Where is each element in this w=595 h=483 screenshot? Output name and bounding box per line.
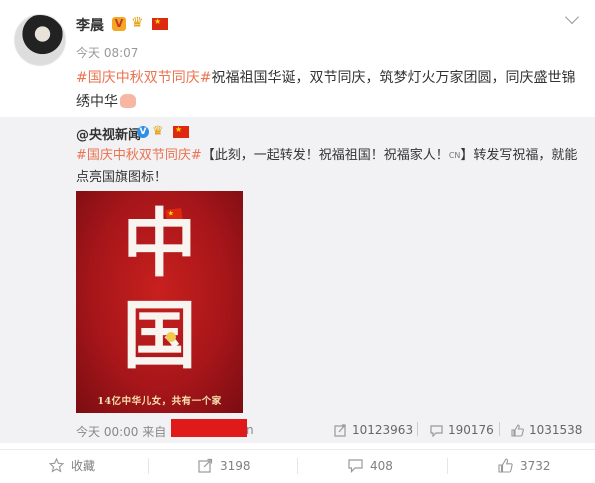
comment-icon [347,458,363,474]
repost-text: #国庆中秋双节同庆#【此刻，一起转发！祝福祖国！祝福家人！CN】转发写祝福，就能… [76,145,581,189]
bow-emoji-icon [120,94,136,108]
topic-link[interactable]: #国庆中秋双节同庆# [76,70,211,86]
post-time[interactable]: 今天 08:07 [76,44,138,61]
verified-icon: V [137,126,149,138]
crown-icon: ♛ [152,124,164,139]
china-flag-icon [173,125,189,138]
like-count-stat[interactable]: 1031538 [510,422,582,438]
repost-button[interactable]: 3198 [197,449,251,482]
source-tail: n [246,423,254,437]
repost-action-count: 3198 [220,458,251,473]
poster-caption: 14亿中华儿女，共有一个家 [97,396,222,407]
vip-badge-icon: V [112,17,126,31]
poster-char-top: 中 [122,201,197,287]
cn-chip: CN [448,151,461,160]
username[interactable]: 李晨 [76,15,104,35]
repost-time-value[interactable]: 今天 00:00 [76,425,138,439]
repost-username[interactable]: @央视新闻 [76,124,141,143]
repost-topic-link[interactable]: #国庆中秋双节同庆# [76,148,202,163]
divider [499,422,500,436]
comment-button[interactable]: 408 [347,449,393,482]
comment-action-count: 408 [370,458,393,473]
repost-time: 今天 00:00 来自 [76,423,166,440]
divider [447,458,448,474]
repost-icon [333,423,347,437]
thumbs-up-icon [497,458,513,474]
redaction-bar [171,419,247,437]
repost-text-part1: 【此刻，一起转发！祝福祖国！祝福家人！ [201,148,449,163]
post-content: #国庆中秋双节同庆#祝福祖国华诞，双节同庆，筑梦灯火万家团圆，同庆盛世锦绣中华 [76,66,581,114]
poster-image[interactable]: 中 国 14亿中华儿女，共有一个家 [76,191,243,413]
china-flag-icon [152,17,168,30]
comment-count-stat[interactable]: 190176 [429,422,494,438]
crown-icon: ♛ [131,15,144,31]
repost-count-stat[interactable]: 10123963 [333,422,413,438]
comment-count: 190176 [448,423,494,437]
star-icon [48,458,64,474]
repost-count: 10123963 [352,423,414,437]
poster-char-bottom: 国 [122,293,197,379]
like-button[interactable]: 3732 [497,449,551,482]
favorite-label: 收藏 [71,459,96,473]
source-prefix: 来自 [142,425,167,439]
favorite-button[interactable]: 收藏 [48,449,95,482]
avatar[interactable] [14,14,66,66]
like-action-count: 3732 [520,458,551,473]
thumbs-up-icon [510,423,524,437]
divider [417,422,418,436]
divider [297,458,298,474]
like-count: 1031538 [529,423,583,437]
repost-icon [197,458,213,474]
comment-icon [429,423,443,437]
chevron-down-icon[interactable] [564,9,580,25]
divider [148,458,149,474]
poster-dot-icon [166,332,176,342]
